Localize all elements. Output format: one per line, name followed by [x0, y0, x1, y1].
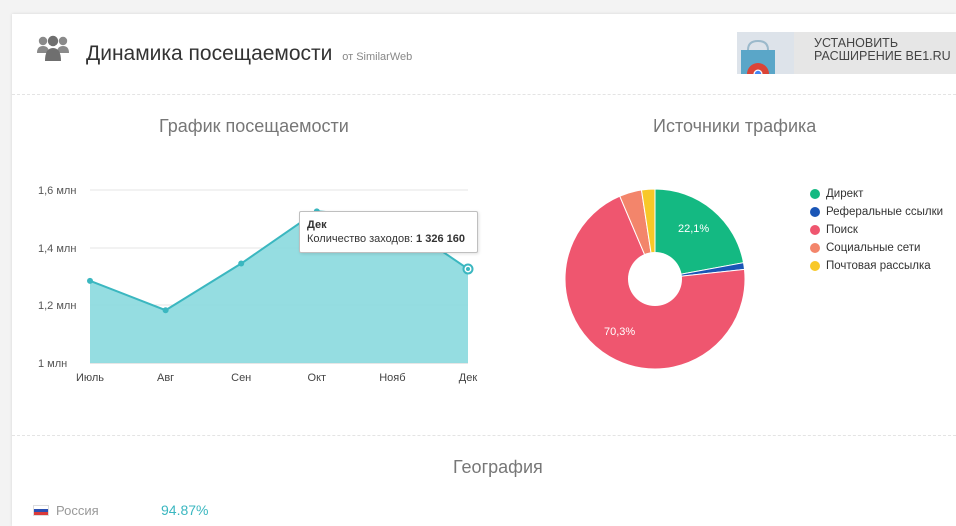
chrome-store-icon — [737, 32, 794, 74]
install-extension-button[interactable]: УСТАНОВИТЬ РАСШИРЕНИЕ BE1.RU — [737, 32, 956, 74]
geography-country: Россия — [56, 502, 99, 518]
legend-dot-icon — [810, 207, 820, 217]
card-header: Динамика посещаемости от SimilarWeb УСТА… — [12, 14, 956, 95]
pie-label-direct: 22,1% — [678, 223, 709, 235]
legend-dot-icon — [810, 189, 820, 199]
legend-item[interactable]: Поиск — [810, 221, 943, 239]
y-tick-label: 1,4 млн — [38, 243, 76, 255]
data-point — [162, 307, 169, 314]
tooltip-value: 1 326 160 — [416, 233, 465, 245]
legend-dot-icon — [810, 261, 820, 271]
x-tick-label: Окт — [308, 372, 327, 384]
y-tick-label: 1 млн — [38, 358, 67, 370]
users-icon — [37, 35, 69, 61]
legend-label: Социальные сети — [826, 242, 921, 254]
legend-label: Реферальные ссылки — [826, 206, 944, 218]
geography-row: Россия 94.87% — [34, 502, 208, 518]
traffic-sources-title: Источники трафика — [653, 116, 817, 136]
visits-chart-title: График посещаемости — [159, 116, 349, 136]
y-tick-label: 1,2 млн — [38, 300, 76, 312]
visits-tooltip: Дек Количество заходов: 1 326 160 — [299, 211, 478, 253]
legend-label: Директ — [826, 188, 864, 200]
geography-title: География — [453, 457, 543, 477]
x-tick-label: Нояб — [379, 372, 405, 384]
legend-dot-icon — [810, 225, 820, 235]
visits-area-chart: 1,6 млн 1,4 млн 1,2 млн 1 млн Июль Авг Сен… — [38, 185, 478, 384]
traffic-sources-pie: 22,1% 70,3% — [564, 188, 746, 370]
legend-item[interactable]: Директ — [810, 185, 943, 203]
page-title-text: Динамика посещаемости — [86, 42, 333, 65]
legend-dot-icon — [810, 243, 820, 253]
install-extension-label: УСТАНОВИТЬ РАСШИРЕНИЕ BE1.RU — [814, 36, 951, 63]
pie-label-search: 70,3% — [604, 326, 635, 338]
tooltip-month: Дек — [307, 219, 327, 231]
legend-label: Почтовая рассылка — [826, 260, 931, 272]
data-point-center — [466, 266, 470, 271]
traffic-dynamics-card: Динамика посещаемости от SimilarWeb УСТА… — [12, 14, 956, 526]
section-divider — [12, 435, 956, 436]
legend-item[interactable]: Социальные сети — [810, 239, 943, 257]
legend-label: Поиск — [826, 224, 858, 236]
tooltip-label: Количество заходов: — [307, 233, 413, 245]
x-tick-label: Дек — [459, 372, 478, 384]
data-point — [87, 277, 93, 284]
russia-flag-icon — [34, 505, 48, 515]
legend-item[interactable]: Реферальные ссылки — [810, 203, 943, 221]
legend-item[interactable]: Почтовая рассылка — [810, 257, 943, 275]
data-point — [238, 260, 245, 267]
x-tick-label: Авг — [157, 372, 174, 384]
source-label: от SimilarWeb — [342, 51, 413, 63]
page-title: Динамика посещаемости от SimilarWeb — [86, 42, 412, 66]
traffic-sources-legend: Директ Реферальные ссылки Поиск Социальные … — [810, 185, 943, 275]
x-tick-label: Июль — [76, 372, 104, 384]
y-tick-label: 1,6 млн — [38, 185, 76, 197]
x-tick-label: Сен — [231, 372, 251, 384]
pie-center-hole — [628, 252, 682, 306]
geography-percent: 94.87% — [161, 502, 209, 518]
